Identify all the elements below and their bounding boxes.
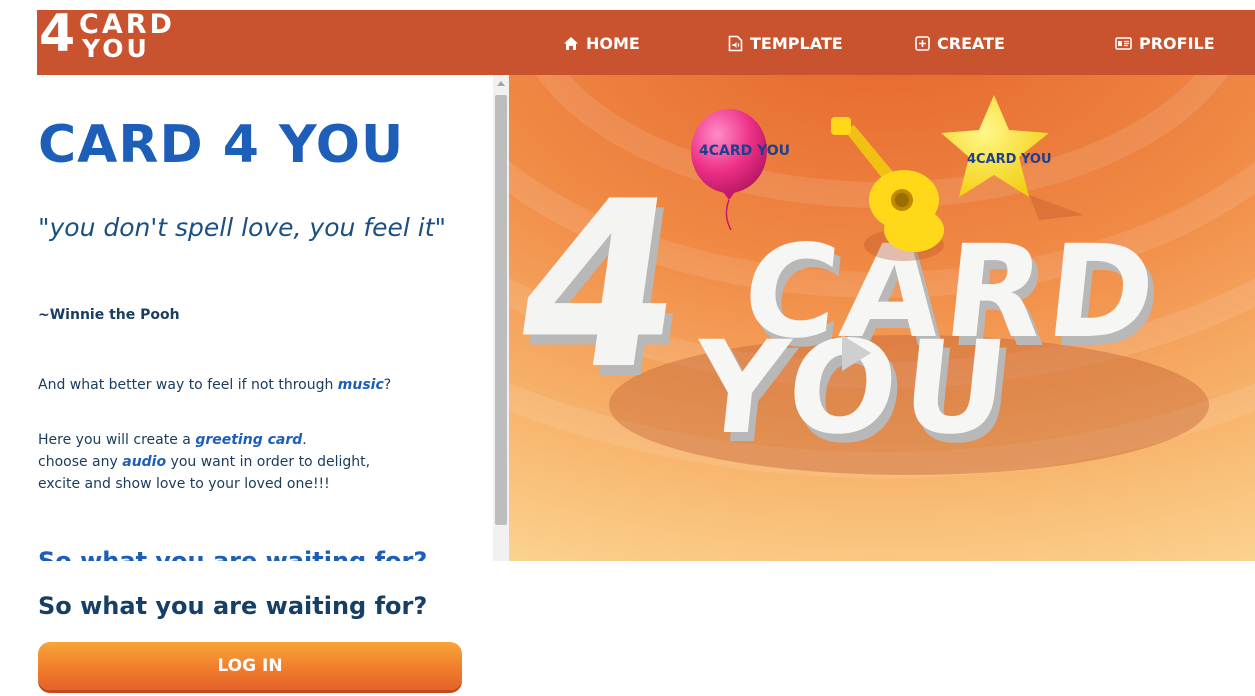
logo-you: YOU <box>82 34 150 63</box>
top-navbar: 4 CARD YOU HOME TEMPLATE CREATE PROFILE <box>37 8 1255 75</box>
panel-scrollbar[interactable] <box>493 75 509 561</box>
nav-template-label: TEMPLATE <box>750 33 843 53</box>
cta-heading: So what you are waiting for? <box>38 592 428 620</box>
description-text: Here you will create a greeting card. cho… <box>38 429 478 495</box>
nav-home-label: HOME <box>586 33 640 53</box>
you-word: YOU YOU <box>684 314 1027 472</box>
intro-music: music <box>337 377 384 393</box>
quote-text: "you don't spell love, you feel it" <box>38 213 447 242</box>
login-button[interactable]: LOG IN <box>38 642 462 690</box>
svg-text:YOU: YOU <box>684 314 1020 463</box>
hero-illustration: 4 4 CARD CARD YOU YOU 4CARD YOU 4CARD YO… <box>509 75 1255 561</box>
greeting-card-em: greeting card <box>195 432 303 448</box>
scroll-thumb[interactable] <box>495 95 507 525</box>
brand-logo[interactable]: 4 CARD YOU <box>39 8 189 72</box>
quote-author: ~Winnie the Pooh <box>38 307 180 323</box>
line1-suffix: . <box>302 432 307 448</box>
intro-prefix: And what better way to feel if not throu… <box>38 377 338 393</box>
plus-square-icon <box>915 35 930 51</box>
intro-suffix: ? <box>383 377 392 393</box>
logo-four: 4 <box>39 4 76 64</box>
nav-home[interactable]: HOME <box>563 32 640 54</box>
page-title: CARD 4 YOU <box>38 115 405 175</box>
line2-suffix: you want in order to delight, <box>166 454 371 470</box>
audio-em: audio <box>122 454 167 470</box>
line2-prefix: choose any <box>38 454 123 470</box>
music-file-icon <box>728 35 743 51</box>
clipped-heading: So what you are waiting for? <box>38 547 428 561</box>
balloon-text: 4CARD YOU <box>699 143 790 159</box>
hero-graphic: 4 4 CARD CARD YOU YOU 4CARD YOU 4CARD YO… <box>509 75 1255 561</box>
intro-panel[interactable]: CARD 4 YOU "you don't spell love, you fe… <box>0 75 493 561</box>
line3: excite and show love to your loved one!!… <box>38 476 330 492</box>
nav-profile[interactable]: PROFILE <box>1115 32 1215 54</box>
home-icon <box>564 36 578 50</box>
nav-template[interactable]: TEMPLATE <box>728 32 843 54</box>
scroll-up-arrow-icon[interactable] <box>497 81 505 86</box>
id-card-icon <box>1115 36 1132 50</box>
nav-create-label: CREATE <box>937 33 1005 53</box>
nav-create[interactable]: CREATE <box>915 32 1005 54</box>
nav-profile-label: PROFILE <box>1139 33 1215 53</box>
star-text: 4CARD YOU <box>967 152 1052 167</box>
intro-text: And what better way to feel if not throu… <box>38 375 478 395</box>
line1-prefix: Here you will create a <box>38 432 196 448</box>
